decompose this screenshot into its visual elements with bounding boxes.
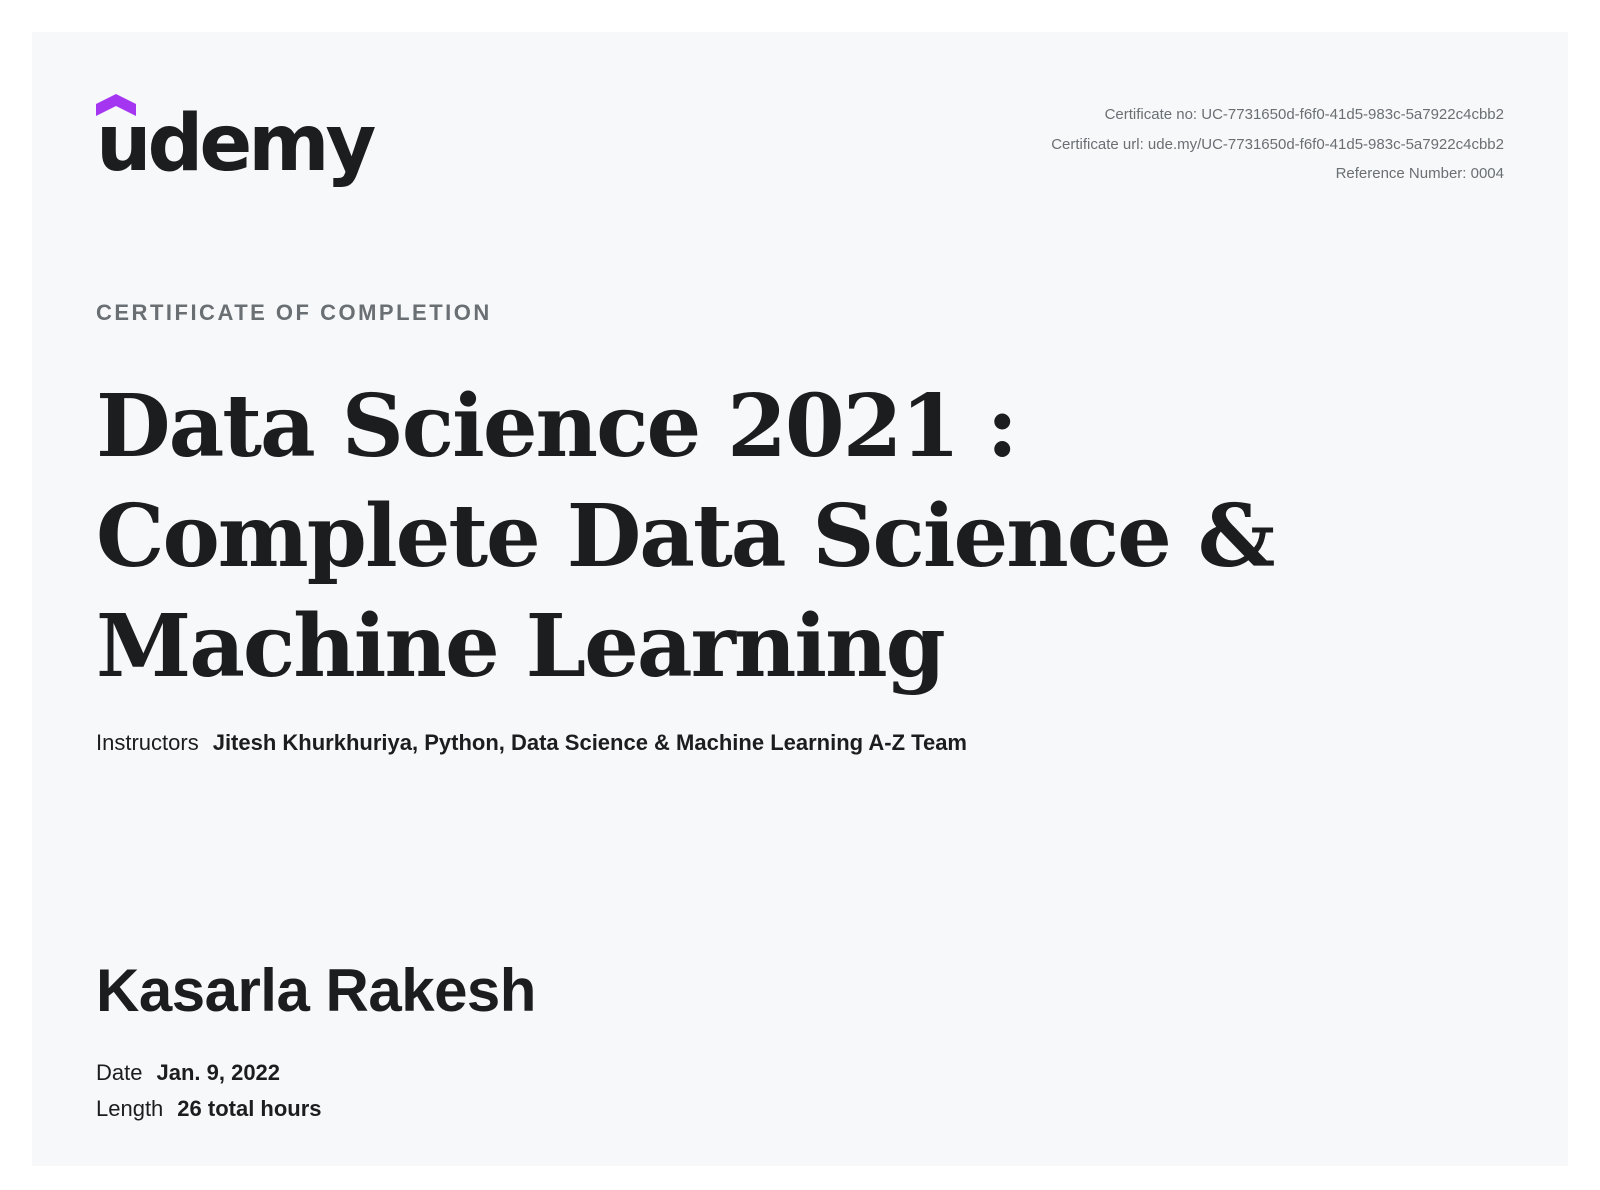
certificate-meta: Certificate no: UC-7731650d-f6f0-41d5-98… (1051, 100, 1504, 189)
date-label: Date (96, 1060, 143, 1085)
length-line: Length 26 total hours (96, 1096, 322, 1122)
udemy-logo: udemy (96, 94, 376, 194)
date-line: Date Jan. 9, 2022 (96, 1060, 280, 1086)
logo-text: udemy (96, 99, 376, 189)
instructors-label: Instructors (96, 730, 199, 755)
instructors-names: Jitesh Khurkhuriya, Python, Data Science… (212, 730, 967, 755)
date-value: Jan. 9, 2022 (156, 1060, 281, 1085)
certificate-card: udemy Certificate no: UC-7731650d-f6f0-4… (32, 32, 1568, 1166)
certificate-url[interactable]: Certificate url: ude.my/UC-7731650d-f6f0… (1051, 130, 1504, 160)
recipient-name: Kasarla Rakesh (96, 957, 536, 1024)
length-label: Length (96, 1096, 164, 1121)
reference-number: Reference Number: 0004 (1335, 165, 1504, 182)
instructors-line: Instructors Jitesh Khurkhuriya, Python, D… (96, 730, 967, 756)
certificate-kicker: CERTIFICATE OF COMPLETION (96, 300, 492, 325)
course-title: Data Science 2021 : Complete Data Scienc… (96, 376, 1275, 697)
certificate-number: Certificate no: UC-7731650d-f6f0-41d5-98… (1104, 106, 1504, 123)
length-value: 26 total hours (177, 1096, 322, 1121)
